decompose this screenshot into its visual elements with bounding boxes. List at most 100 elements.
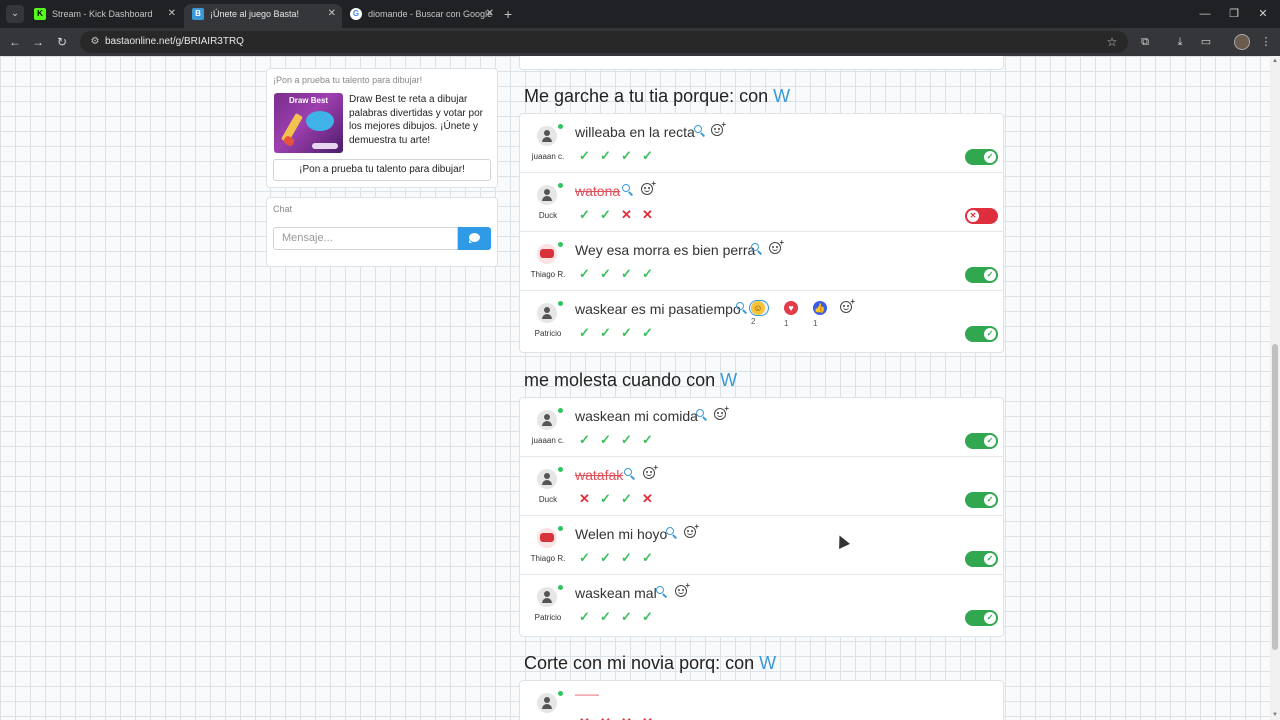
- scroll-up-arrow-icon[interactable]: ▲: [1270, 58, 1280, 64]
- vote-approve-icon: ✓: [579, 325, 590, 340]
- validity-toggle[interactable]: ✓: [965, 267, 998, 283]
- answer-text: watona: [575, 183, 621, 199]
- player-name: juaaan c.: [531, 152, 565, 161]
- category-answers-card: juaaan c. willeaba en la recta + ✓ ✓ ✓ ✓…: [519, 113, 1004, 353]
- answer-row: Patricio waskear es mi pasatiempo ☺2 ♥ 1…: [520, 291, 1004, 350]
- kick-logo-icon: K: [34, 8, 46, 20]
- reaction-heart[interactable]: ♥ 1: [784, 300, 798, 328]
- add-reaction-icon[interactable]: +: [675, 581, 690, 597]
- download-icon[interactable]: ⤓: [1170, 32, 1190, 52]
- add-reaction-icon[interactable]: +: [643, 463, 658, 479]
- close-icon[interactable]: ✕: [486, 4, 494, 24]
- tab-search-icon[interactable]: ⌄: [6, 5, 24, 23]
- close-icon[interactable]: ✕: [328, 4, 336, 24]
- menu-kebab-icon[interactable]: ⋮: [1256, 32, 1276, 52]
- forward-button[interactable]: →: [28, 32, 48, 52]
- search-icon[interactable]: [666, 527, 678, 539]
- vote-approve-icon: ✓: [600, 550, 611, 565]
- promo-card: ¡Pon a prueba tu talento para dibujar! D…: [266, 68, 498, 188]
- draw-best-image[interactable]: Draw Best: [274, 93, 343, 153]
- vote-approve-icon: ✓: [579, 432, 590, 447]
- promo-description: Draw Best te reta a dibujar palabras div…: [349, 94, 483, 146]
- reaction-laugh[interactable]: ☺2: [749, 300, 769, 326]
- tab-google-search[interactable]: G diomande - Buscar con Google ✕: [342, 4, 500, 28]
- close-icon[interactable]: ✕: [168, 4, 176, 24]
- search-icon[interactable]: [624, 468, 636, 480]
- reload-button[interactable]: ↻: [52, 32, 72, 52]
- vote-approve-icon: ✓: [642, 550, 653, 565]
- vote-approve-icon: ✓: [600, 432, 611, 447]
- vote-approve-icon: ✓: [621, 266, 632, 281]
- validity-toggle[interactable]: ✓: [965, 149, 998, 165]
- category-title: Corte con mi novia porq: con W: [524, 653, 777, 673]
- new-tab-button[interactable]: +: [504, 4, 512, 24]
- address-bar[interactable]: ⚙ bastaonline.net/g/BRIAIR3TRQ: [80, 31, 1128, 53]
- bookmark-star-icon[interactable]: ☆: [1104, 32, 1120, 52]
- validity-toggle[interactable]: ✓: [965, 492, 998, 508]
- add-reaction-icon[interactable]: +: [641, 179, 656, 195]
- back-button[interactable]: ←: [5, 32, 25, 52]
- search-icon[interactable]: [656, 586, 668, 598]
- maximize-button[interactable]: ❐: [1224, 4, 1244, 24]
- check-icon: ✓: [984, 151, 996, 163]
- reaction-like[interactable]: 👍 1: [813, 300, 827, 328]
- answer-text: Welen mi hoyo: [575, 526, 668, 542]
- online-indicator: [558, 242, 563, 247]
- search-icon[interactable]: [751, 243, 763, 255]
- answer-row: Duck watona + ✓ ✓ ✕ ✕ ✕: [520, 173, 1004, 232]
- tab-kick-dashboard[interactable]: K Stream - Kick Dashboard ✕: [26, 4, 182, 28]
- search-icon[interactable]: [622, 184, 634, 196]
- chat-send-button[interactable]: [458, 227, 491, 250]
- online-indicator: [558, 691, 563, 696]
- cast-icon[interactable]: ▭: [1196, 32, 1216, 52]
- add-reaction-icon[interactable]: +: [769, 238, 784, 254]
- add-reaction-icon[interactable]: +: [714, 404, 729, 420]
- vote-approve-icon: ✓: [621, 491, 632, 506]
- answer-row: —— ✕ ✕ ✕ ✕: [520, 681, 1004, 720]
- online-indicator: [558, 301, 563, 306]
- search-icon[interactable]: [736, 302, 748, 314]
- chat-message-input[interactable]: Mensaje...: [273, 227, 458, 250]
- add-reaction-icon[interactable]: +: [684, 522, 699, 538]
- promo-button[interactable]: ¡Pon a prueba tu talento para dibujar!: [273, 159, 491, 181]
- vote-reject-icon: ✕: [579, 491, 590, 506]
- player-avatar: [537, 469, 557, 489]
- online-indicator: [558, 408, 563, 413]
- player-avatar: [537, 587, 557, 607]
- profile-avatar[interactable]: [1234, 34, 1250, 50]
- minimize-button[interactable]: —: [1195, 4, 1215, 24]
- search-icon[interactable]: [694, 125, 706, 137]
- add-reaction-icon[interactable]: +: [840, 297, 855, 313]
- vote-approve-icon: ✓: [579, 207, 590, 222]
- validity-toggle[interactable]: ✓: [965, 551, 998, 567]
- category-letter: W: [759, 653, 777, 673]
- vote-reject-icon: ✕: [577, 716, 592, 720]
- scrollbar-thumb[interactable]: [1272, 344, 1278, 650]
- validity-toggle[interactable]: ✓: [965, 433, 998, 449]
- vote-reject-icon: ✕: [621, 207, 632, 222]
- scroll-down-arrow-icon[interactable]: ▼: [1270, 712, 1280, 718]
- validity-toggle[interactable]: ✓: [965, 610, 998, 626]
- tab-basta[interactable]: B ¡Únete al juego Basta! ✕: [184, 4, 342, 28]
- answer-row: juaaan c. waskean mi comida + ✓ ✓ ✓ ✓ ✓: [520, 398, 1004, 457]
- vote-approve-icon: ✓: [642, 432, 653, 447]
- validity-toggle[interactable]: ✕: [965, 208, 998, 224]
- validity-toggle[interactable]: ✓: [965, 326, 998, 342]
- vote-approve-icon: ✓: [642, 148, 653, 163]
- player-name: juaaan c.: [531, 436, 565, 445]
- browser-toolbar: ← → ↻ ⚙ bastaonline.net/g/BRIAIR3TRQ ☆ ⧉…: [0, 28, 1280, 56]
- page-scrollbar[interactable]: ▲ ▼: [1270, 56, 1280, 720]
- extensions-icon[interactable]: ⧉: [1135, 32, 1155, 52]
- player-name: Duck: [538, 495, 558, 504]
- close-window-button[interactable]: ✕: [1253, 4, 1273, 24]
- site-info-icon[interactable]: ⚙: [88, 35, 102, 49]
- vote-approve-icon: ✓: [600, 148, 611, 163]
- promo-image-caption: Draw Best: [288, 96, 329, 105]
- add-reaction-icon[interactable]: +: [711, 120, 726, 136]
- vote-approve-icon: ✓: [621, 325, 632, 340]
- vote-approve-icon: ✓: [642, 325, 653, 340]
- check-icon: ✓: [984, 269, 996, 281]
- search-icon[interactable]: [696, 409, 708, 421]
- vote-approve-icon: ✓: [600, 266, 611, 281]
- player-name: Thiago R.: [530, 270, 566, 279]
